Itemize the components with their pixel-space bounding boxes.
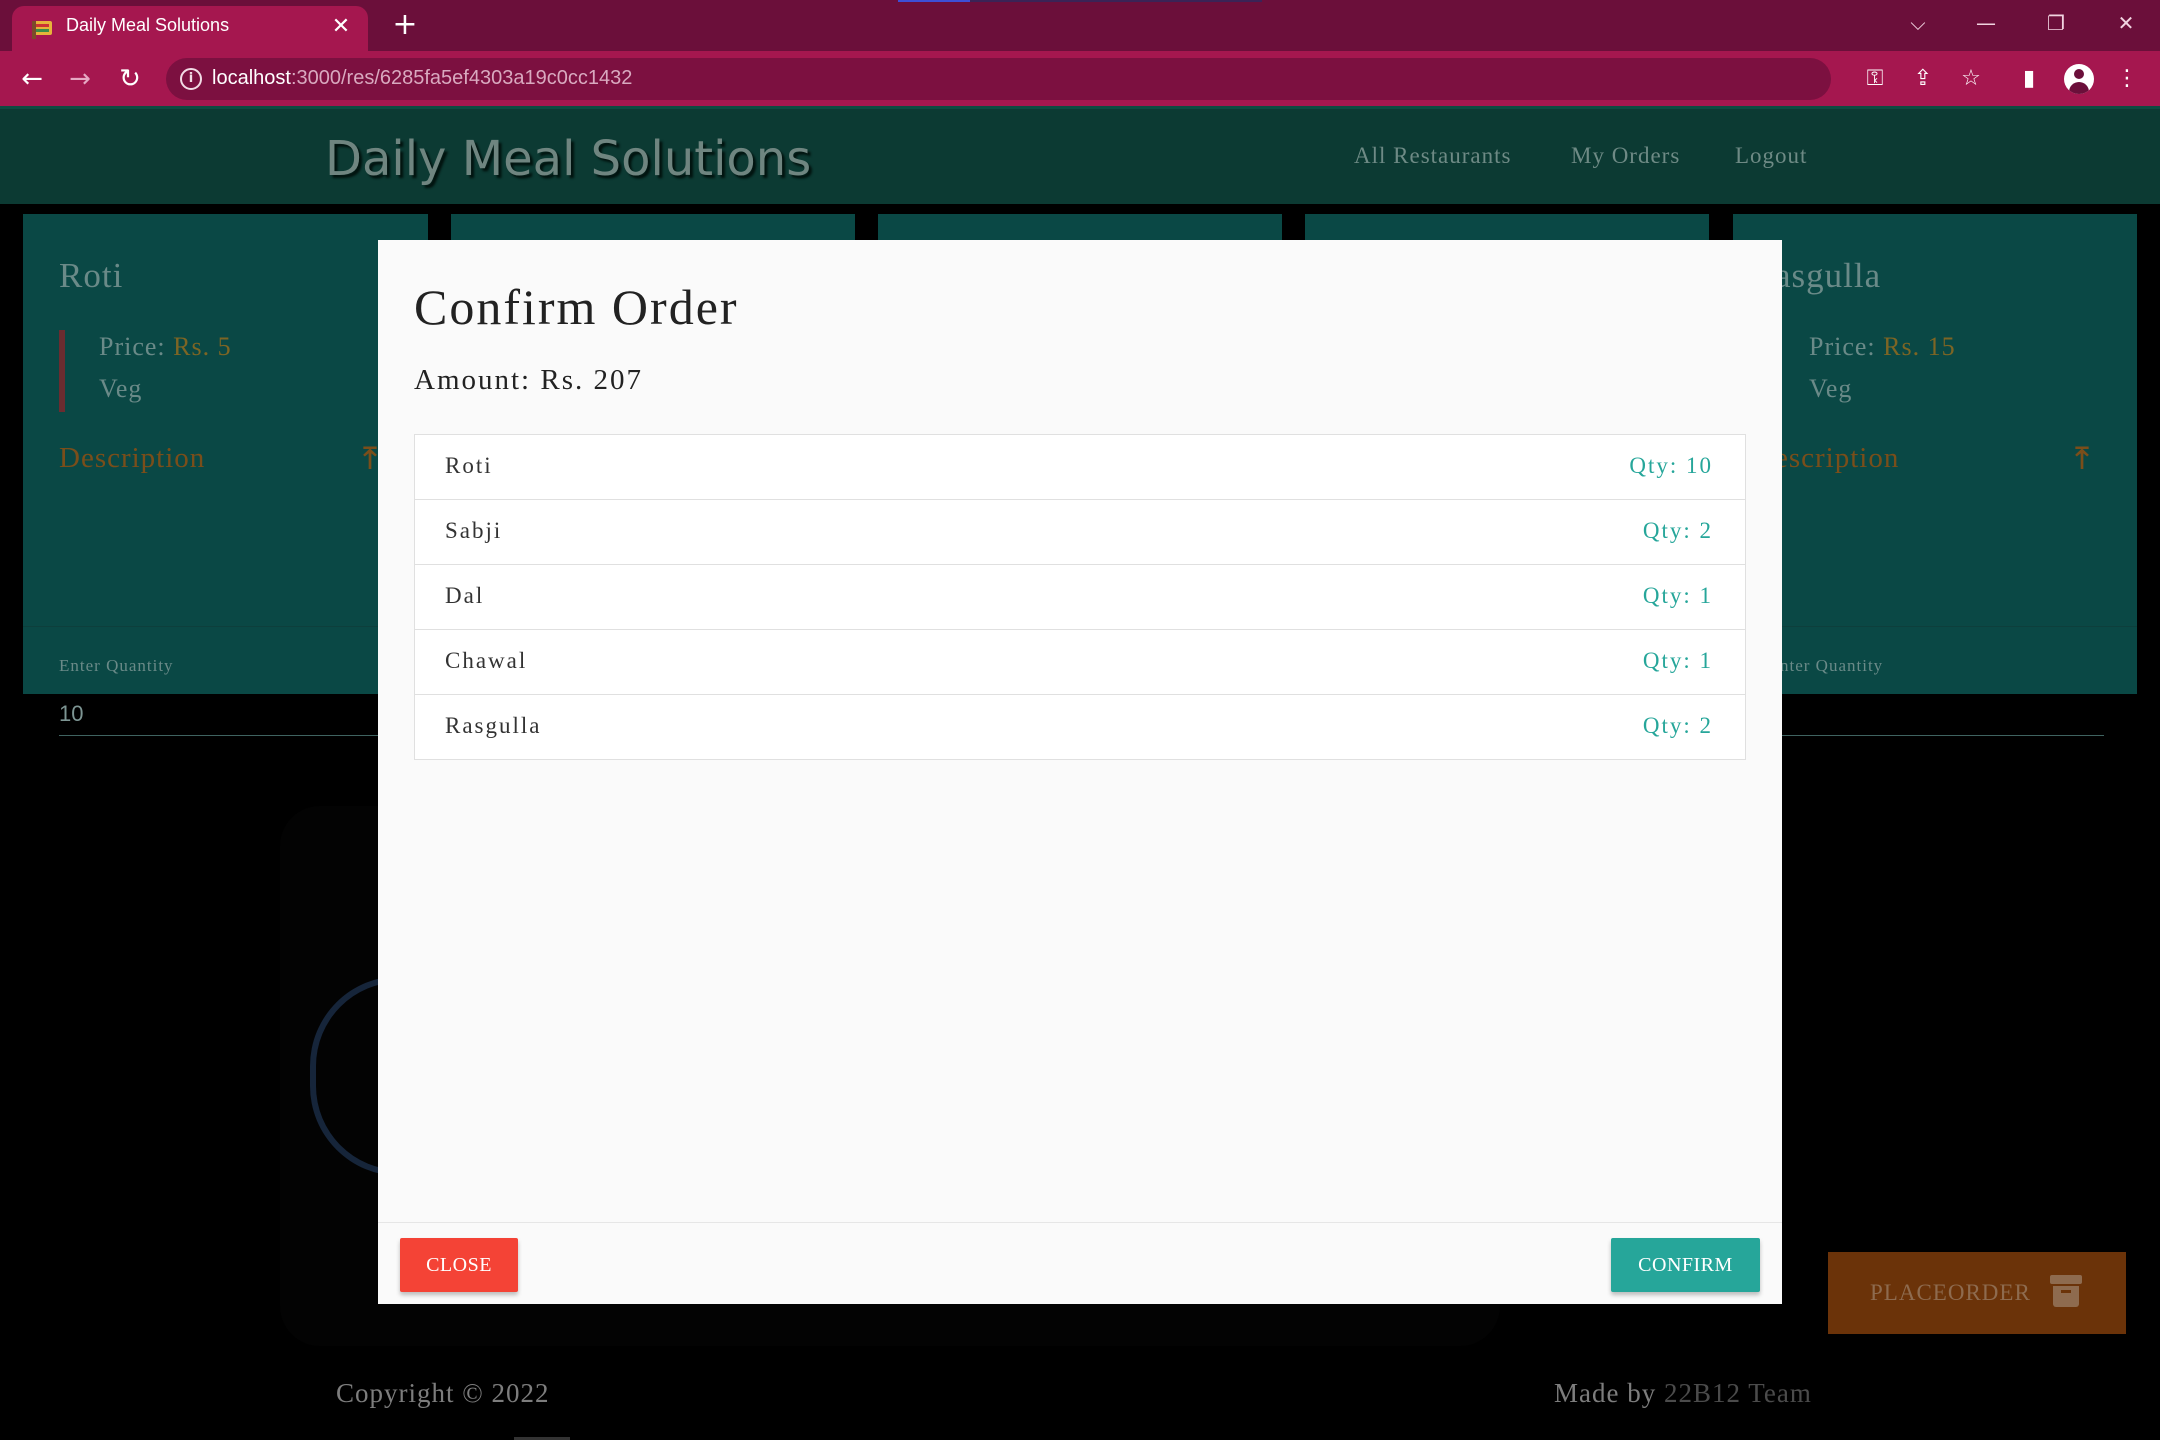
- quantity-input[interactable]: 10: [59, 692, 428, 736]
- modal-title: Confirm Order: [414, 279, 739, 335]
- brand-logo[interactable]: Daily Meal Solutions: [325, 131, 811, 187]
- card-price: Price: Rs. 5: [99, 332, 232, 362]
- menu-card: asgulla Price: Rs. 15 Veg escription ⤒ n…: [1733, 214, 2137, 736]
- item-name: Rasgulla: [445, 713, 542, 738]
- profile-avatar-icon[interactable]: [2064, 64, 2094, 94]
- close-button[interactable]: CLOSE: [400, 1238, 518, 1292]
- tab-close-icon[interactable]: ✕: [328, 14, 354, 40]
- address-url: localhost:3000/res/6285fa5ef4303a19c0cc1…: [212, 67, 632, 90]
- quantity-input[interactable]: [1780, 692, 2104, 736]
- item-qty: Qty: 10: [1629, 453, 1713, 478]
- minimize-icon[interactable]: —: [1966, 6, 2006, 40]
- reload-icon[interactable]: ↻: [112, 61, 148, 97]
- item-qty: Qty: 2: [1642, 518, 1713, 543]
- new-tab-icon[interactable]: +: [390, 10, 420, 40]
- modal-footer: CLOSE CONFIRM: [378, 1222, 1782, 1304]
- card-item-name: Roti: [59, 256, 124, 295]
- quantity-label: nter Quantity: [1780, 656, 1884, 675]
- nav-all-restaurants[interactable]: All Restaurants: [1354, 143, 1511, 169]
- site-favicon-icon: [32, 19, 56, 39]
- page-content: Daily Meal Solutions All Restaurants My …: [0, 106, 2160, 1440]
- price-value: Rs. 15: [1883, 332, 1956, 361]
- price-label: Price:: [1809, 332, 1876, 361]
- site-navbar: Daily Meal Solutions All Restaurants My …: [0, 106, 2160, 204]
- tab-title: Daily Meal Solutions: [66, 15, 230, 35]
- menu-card: Roti Price: Rs. 5 Veg Description ⤒ Ente…: [23, 214, 428, 736]
- item-name: Sabji: [445, 518, 503, 543]
- card-veg-type: Veg: [1809, 374, 1853, 403]
- item-name: Chawal: [445, 648, 528, 673]
- card-divider: [23, 626, 428, 627]
- browser-tab[interactable]: Daily Meal Solutions ✕: [12, 6, 368, 51]
- back-arrow-icon[interactable]: ←: [14, 61, 50, 97]
- tab-search-icon[interactable]: ⌵: [1898, 6, 1938, 40]
- site-info-icon[interactable]: i: [180, 68, 202, 90]
- tab-strip-accent: [898, 0, 1262, 2]
- footer-credit: Made by 22B12 Team: [1554, 1378, 1812, 1409]
- team-name: 22B12 Team: [1663, 1378, 1812, 1408]
- restore-icon[interactable]: ❐: [2036, 6, 2076, 40]
- list-item: Roti Qty: 10: [415, 435, 1745, 500]
- card-divider: [1733, 626, 2137, 627]
- made-by-label: Made by: [1554, 1378, 1664, 1408]
- archive-box-icon: [2050, 1275, 2082, 1307]
- item-qty: Qty: 1: [1642, 583, 1713, 608]
- footer-copyright: Copyright © 2022: [336, 1378, 550, 1408]
- card-quote-bar: [59, 330, 65, 412]
- list-item: Sabji Qty: 2: [415, 500, 1745, 565]
- price-value: Rs. 5: [173, 332, 232, 361]
- card-item-name: asgulla: [1775, 256, 1882, 295]
- order-amount: Amount: Rs. 207: [414, 364, 643, 396]
- forward-arrow-icon[interactable]: →: [62, 61, 98, 97]
- nav-my-orders[interactable]: My Orders: [1571, 143, 1680, 169]
- arrow-up-bar-icon[interactable]: ⤒: [2069, 442, 2095, 476]
- browser-toolbar: ← → ↻ i localhost:3000/res/6285fa5ef4303…: [0, 51, 2160, 106]
- bookmark-star-icon[interactable]: ☆: [1956, 64, 1986, 94]
- list-item: Chawal Qty: 1: [415, 630, 1745, 695]
- side-panel-icon[interactable]: ▮: [2014, 64, 2044, 94]
- item-qty: Qty: 2: [1642, 713, 1713, 738]
- order-item-list: Roti Qty: 10 Sabji Qty: 2 Dal Qty: 1 Cha…: [414, 434, 1746, 760]
- window-close-icon[interactable]: ✕: [2106, 6, 2146, 40]
- confirm-order-modal: Confirm Order Amount: Rs. 207 Roti Qty: …: [378, 240, 1782, 1304]
- share-icon[interactable]: ⇪: [1908, 64, 1938, 94]
- card-description-toggle[interactable]: escription: [1775, 442, 1899, 475]
- placeorder-label: PLACEORDER: [1870, 1280, 2031, 1305]
- item-name: Dal: [445, 583, 485, 608]
- key-icon[interactable]: ⚿: [1860, 64, 1890, 94]
- url-path: :3000/res/6285fa5ef4303a19c0cc1432: [290, 67, 633, 89]
- url-host: localhost: [212, 67, 291, 89]
- quantity-label: Enter Quantity: [59, 656, 174, 675]
- list-item: Dal Qty: 1: [415, 565, 1745, 630]
- nav-logout[interactable]: Logout: [1735, 143, 1807, 169]
- card-price: Price: Rs. 15: [1809, 332, 1956, 362]
- price-label: Price:: [99, 332, 166, 361]
- browser-menu-icon[interactable]: ⋮: [2112, 64, 2142, 94]
- address-bar[interactable]: i localhost:3000/res/6285fa5ef4303a19c0c…: [166, 58, 1831, 100]
- card-veg-type: Veg: [99, 374, 143, 403]
- browser-tab-strip: Daily Meal Solutions ✕ + ⌵ — ❐ ✕: [0, 0, 2160, 51]
- item-name: Roti: [445, 453, 493, 478]
- item-qty: Qty: 1: [1642, 648, 1713, 673]
- card-description-toggle[interactable]: Description: [59, 442, 205, 475]
- list-item: Rasgulla Qty: 2: [415, 695, 1745, 759]
- placeorder-button[interactable]: PLACEORDER: [1828, 1252, 2126, 1334]
- confirm-button[interactable]: CONFIRM: [1611, 1238, 1760, 1292]
